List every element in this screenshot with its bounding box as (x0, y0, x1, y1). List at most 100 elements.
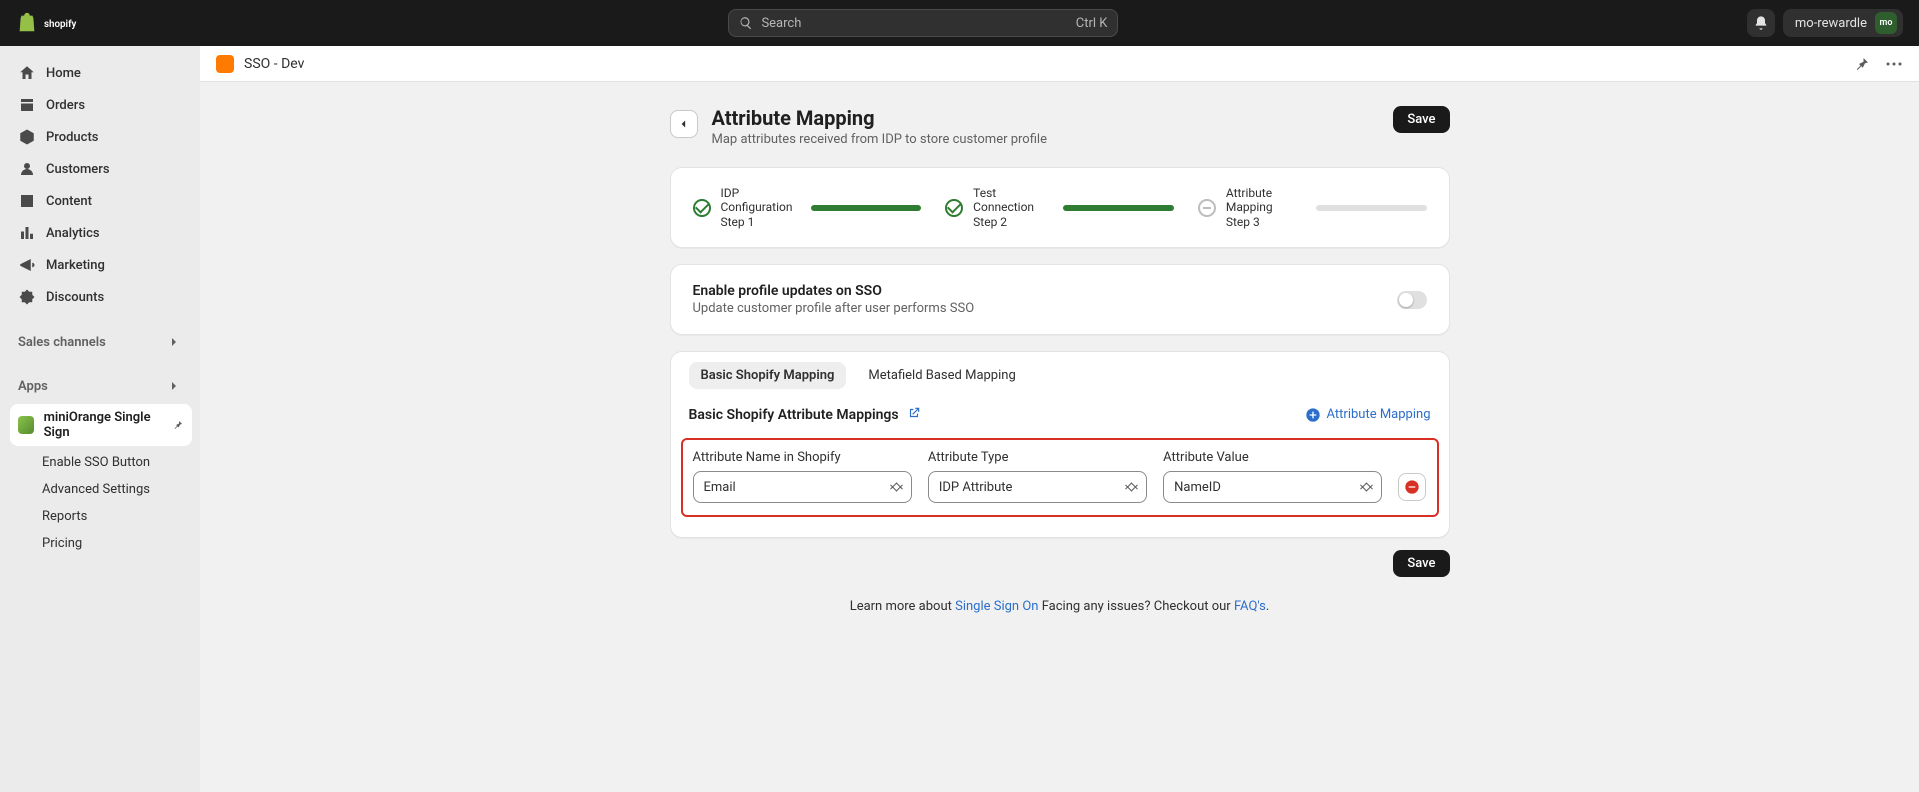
nav-marketing[interactable]: Marketing (8, 250, 192, 280)
main: SSO - Dev Attribute Mapping Map attribut… (200, 46, 1919, 792)
search-placeholder: Search (761, 16, 801, 31)
progress-bar (1063, 205, 1174, 211)
remove-mapping-button[interactable] (1398, 473, 1426, 501)
tab-basic[interactable]: Basic Shopify Mapping (689, 362, 847, 389)
store-switcher[interactable]: mo-rewardle mo (1783, 9, 1903, 37)
plus-circle-icon (1305, 407, 1321, 423)
attr-name-field: Attribute Name in Shopify Email (693, 450, 912, 503)
nav-discounts[interactable]: Discounts (8, 282, 192, 312)
content-icon (18, 192, 36, 210)
home-icon (18, 64, 36, 82)
shopify-bag-icon (16, 11, 38, 35)
app-header: SSO - Dev (200, 46, 1919, 82)
attr-name-select[interactable]: Email (693, 471, 912, 503)
pin-icon[interactable] (172, 418, 184, 432)
toggle-title: Enable profile updates on SSO (693, 283, 975, 299)
search-bar-container: Search Ctrl K (112, 9, 1735, 37)
nav-label: Marketing (46, 258, 105, 273)
save-button[interactable]: Save (1393, 106, 1449, 133)
nav-label: Orders (46, 98, 85, 113)
nav-label: Home (46, 66, 81, 81)
attr-value-label: Attribute Value (1163, 450, 1382, 465)
attr-name-label: Attribute Name in Shopify (693, 450, 912, 465)
app-badge-icon (216, 55, 234, 73)
back-button[interactable] (670, 110, 698, 138)
attr-type-select[interactable]: IDP Attribute (928, 471, 1147, 503)
search-input[interactable]: Search Ctrl K (728, 9, 1118, 37)
nav-label: Customers (46, 162, 110, 177)
progress-bar (1316, 205, 1427, 211)
mapping-card: Basic Shopify Mapping Metafield Based Ma… (670, 351, 1450, 538)
footer-save-row: Save (670, 550, 1450, 577)
progress-bar (811, 205, 922, 211)
step-idp: IDPConfigurationStep 1 (693, 186, 922, 229)
app-label: miniOrange Single Sign (44, 410, 162, 440)
sub-reports[interactable]: Reports (8, 504, 192, 529)
analytics-icon (18, 224, 36, 242)
tab-metafield[interactable]: Metafield Based Mapping (856, 362, 1027, 389)
chevron-right-icon (166, 378, 182, 394)
more-icon[interactable] (1885, 55, 1903, 73)
nav-customers[interactable]: Customers (8, 154, 192, 184)
tabs: Basic Shopify Mapping Metafield Based Ma… (671, 362, 1449, 401)
attr-value-field: Attribute Value NameID (1163, 450, 1382, 503)
nav-label: Analytics (46, 226, 100, 241)
profile-updates-toggle[interactable] (1397, 291, 1427, 309)
sales-channels-header[interactable]: Sales channels (8, 328, 192, 356)
nav-analytics[interactable]: Analytics (8, 218, 192, 248)
app-icon (18, 416, 34, 434)
search-icon (739, 16, 753, 30)
faq-link[interactable]: FAQ's (1234, 599, 1266, 614)
nav-products[interactable]: Products (8, 122, 192, 152)
notifications-button[interactable] (1747, 9, 1775, 37)
section-label: Sales channels (18, 335, 106, 350)
add-mapping-link[interactable]: Attribute Mapping (1305, 407, 1431, 423)
nav-label: Discounts (46, 290, 104, 305)
external-link[interactable] (907, 405, 921, 424)
pending-icon (1198, 199, 1216, 217)
svg-text:shopify: shopify (44, 18, 77, 29)
page-head: Attribute Mapping Map attributes receive… (670, 106, 1450, 147)
section-title: Basic Shopify Attribute Mappings (689, 407, 899, 423)
steps-card: IDPConfigurationStep 1 TestConnectionSte… (670, 167, 1450, 248)
topbar-right: mo-rewardle mo (1747, 9, 1903, 37)
search-shortcut: Ctrl K (1076, 16, 1108, 31)
apps-header[interactable]: Apps (8, 372, 192, 400)
avatar: mo (1875, 12, 1897, 34)
sidebar: Home Orders Products Customers Content A… (0, 46, 200, 792)
topbar: shopify Search Ctrl K mo-rewardle mo (0, 0, 1919, 46)
arrow-left-icon (677, 117, 691, 131)
app-miniorange[interactable]: miniOrange Single Sign (10, 404, 192, 446)
check-icon (693, 199, 711, 217)
products-icon (18, 128, 36, 146)
customers-icon (18, 160, 36, 178)
shopify-logo[interactable]: shopify (16, 11, 100, 35)
orders-icon (18, 96, 36, 114)
step-test: TestConnectionStep 2 (945, 186, 1174, 229)
pin-icon[interactable] (1853, 55, 1871, 73)
app-title: SSO - Dev (244, 56, 304, 72)
chevron-right-icon (166, 334, 182, 350)
sso-link[interactable]: Single Sign On (955, 599, 1038, 614)
content: Attribute Mapping Map attributes receive… (200, 82, 1919, 792)
sub-pricing[interactable]: Pricing (8, 531, 192, 556)
discounts-icon (18, 288, 36, 306)
external-link-icon (907, 406, 921, 420)
store-name: mo-rewardle (1795, 16, 1867, 31)
attr-type-field: Attribute Type IDP Attribute (928, 450, 1147, 503)
nav-content[interactable]: Content (8, 186, 192, 216)
sub-enable-sso[interactable]: Enable SSO Button (8, 450, 192, 475)
learn-more: Learn more about Single Sign On Facing a… (670, 599, 1450, 614)
nav-label: Products (46, 130, 98, 145)
nav-orders[interactable]: Orders (8, 90, 192, 120)
attr-value-select[interactable]: NameID (1163, 471, 1382, 503)
minus-circle-icon (1404, 479, 1420, 495)
save-button-bottom[interactable]: Save (1393, 550, 1449, 577)
nav-home[interactable]: Home (8, 58, 192, 88)
sub-advanced-settings[interactable]: Advanced Settings (8, 477, 192, 502)
check-icon (945, 199, 963, 217)
shopify-wordmark: shopify (44, 17, 100, 30)
mapping-row-highlight: Attribute Name in Shopify Email Attribut… (681, 438, 1439, 517)
toggle-subtitle: Update customer profile after user perfo… (693, 301, 975, 316)
section-label: Apps (18, 379, 48, 394)
